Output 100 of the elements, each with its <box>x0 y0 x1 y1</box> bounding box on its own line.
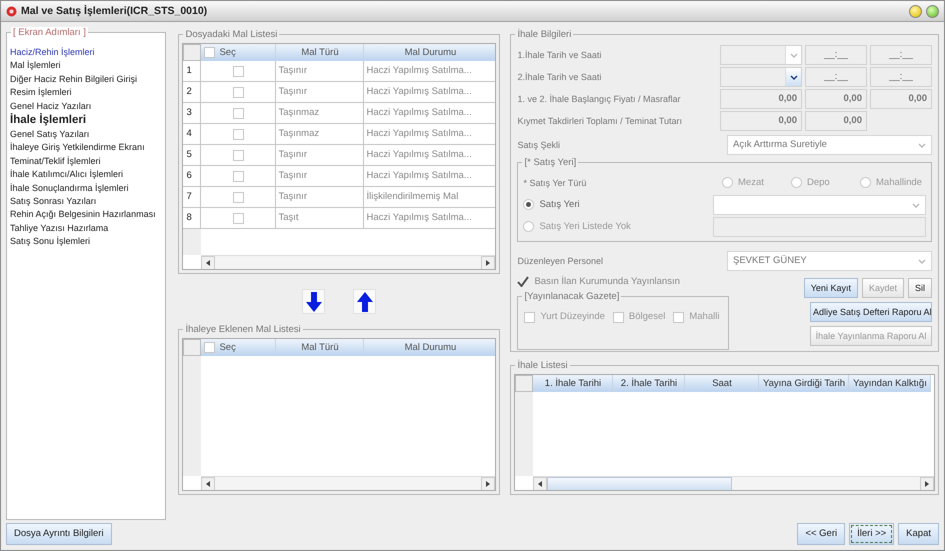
scroll-left-button[interactable] <box>533 477 548 490</box>
table-cell: Taşıt <box>276 208 364 228</box>
group-title: İhale Listesi <box>515 360 570 371</box>
column-header: Mal Durumu <box>364 44 496 61</box>
caret-icon <box>918 258 926 264</box>
checkbox[interactable] <box>204 47 216 58</box>
sidebar-item[interactable]: İhaleye Giriş Yetkilendirme Ekranı <box>10 141 162 155</box>
right-arrow-icon <box>486 260 490 266</box>
amount-field[interactable]: 0,00 <box>720 111 802 131</box>
dropdown-value: ŞEVKET GÜNEY <box>733 255 807 267</box>
table-corner <box>515 375 534 392</box>
table-cell: Haczi Yapılmış Satılma... <box>364 145 496 165</box>
move-up-button[interactable] <box>353 289 376 314</box>
amount-field[interactable]: 0,00 <box>720 89 802 109</box>
table-cell: Haczi Yapılmış Satılma... <box>364 82 496 102</box>
table-cell: Taşınır <box>276 61 364 81</box>
scrollbar[interactable] <box>201 476 496 490</box>
checkbox[interactable] <box>232 150 244 160</box>
sidebar-item[interactable]: Satış Sonu İşlemleri <box>10 235 162 249</box>
table-cell: Taşınır <box>276 187 364 207</box>
scrollbar[interactable] <box>201 255 496 269</box>
caret-icon <box>790 52 798 58</box>
nav-button[interactable]: << Geri <box>797 523 846 545</box>
down-arrow-icon <box>306 292 322 312</box>
check-icon <box>517 276 530 288</box>
row-number: 1 <box>183 61 202 81</box>
table-cell: Taşınır <box>276 82 364 102</box>
action-button[interactable]: Sil <box>908 278 932 298</box>
action-button[interactable]: Adliye Satış Defteri Raporu Al <box>810 302 932 322</box>
text-field[interactable] <box>713 217 926 237</box>
checkbox[interactable] <box>232 66 244 76</box>
checkbox[interactable] <box>232 128 244 140</box>
scroll-left-button[interactable] <box>201 477 216 490</box>
column-header: 1. İhale Tarihi <box>533 375 614 392</box>
row-number: 4 <box>183 124 202 144</box>
sidebar-item[interactable]: Haciz/Rehin İşlemleri <box>10 46 162 60</box>
dropdown[interactable] <box>713 195 926 215</box>
table-cell: Taşınır <box>276 166 364 186</box>
sidebar-item[interactable]: Satış Sonrası Yazıları <box>10 195 162 208</box>
sidebar-item[interactable]: Tahliye Yazısı Hazırlama <box>10 222 162 236</box>
dropdown-value: Açık Arttırma Suretiyle <box>733 139 827 151</box>
checkbox[interactable] <box>232 192 244 202</box>
sidebar-item[interactable]: İhale Sonuçlandırma İşlemleri <box>10 182 162 196</box>
right-arrow-icon <box>486 481 490 487</box>
sidebar-item[interactable]: İhale İşlemleri <box>10 113 162 128</box>
amount-field[interactable]: 0,00 <box>805 89 867 109</box>
checkbox[interactable] <box>232 108 244 118</box>
time-field[interactable]: __:__ <box>870 67 932 87</box>
time-field[interactable]: __:__ <box>805 67 867 87</box>
row-number: 2 <box>183 82 202 102</box>
group-title: [ Ekran Adımları ] <box>11 27 88 38</box>
maximize-button[interactable] <box>926 4 939 18</box>
dropdown[interactable]: ŞEVKET GÜNEY <box>727 251 932 271</box>
sidebar-item[interactable]: İhale Katılımcı/Alıcı İşlemleri <box>10 168 162 182</box>
column-header: Saat <box>685 375 760 392</box>
row-number: 7 <box>183 187 202 207</box>
up-arrow-icon <box>356 292 373 312</box>
sidebar-item[interactable]: Genel Satış Yazıları <box>10 128 162 142</box>
sidebar-item[interactable]: Teminat/Teklif İşlemleri <box>10 154 162 168</box>
scroll-right-button[interactable] <box>920 477 934 490</box>
checkbox[interactable] <box>232 86 244 98</box>
sidebar-item[interactable]: Rehin Açığı Belgesinin Hazırlanması <box>10 208 162 222</box>
checkbox[interactable] <box>204 342 216 353</box>
table-cell: Haczi Yapılmış Satılma... <box>364 61 496 81</box>
column-header: Yayından Kalktığı <box>849 375 932 392</box>
checkbox[interactable] <box>232 170 244 182</box>
details-button[interactable]: Dosya Ayrıntı Bilgileri <box>6 523 112 545</box>
sidebar-item[interactable]: Resim İşlemleri <box>10 86 162 100</box>
field-label: Düzenleyen Personel <box>517 256 604 266</box>
radio-button[interactable]: Satış Yeri <box>523 199 710 211</box>
sidebar-item[interactable]: Mal İşlemleri <box>10 59 162 73</box>
right-arrow-icon <box>925 481 929 487</box>
date-dropdown[interactable] <box>720 67 802 87</box>
scroll-right-button[interactable] <box>481 256 496 269</box>
group-title: [* Satış Yeri] <box>522 157 578 168</box>
field-label: Satış Şekli <box>517 140 561 150</box>
scroll-left-button[interactable] <box>201 256 216 269</box>
nav-button[interactable]: İleri >> <box>849 523 894 545</box>
move-down-button[interactable] <box>302 289 326 314</box>
dropdown[interactable]: Açık Arttırma Suretiyle <box>727 135 932 155</box>
sidebar-item[interactable]: Diğer Haciz Rehin Bilgileri Girişi <box>10 72 162 86</box>
caret-icon <box>790 74 798 80</box>
amount-field[interactable]: 0,00 <box>805 111 867 131</box>
column-header: Mal Türü <box>276 339 364 356</box>
amount-field[interactable]: 0,00 <box>870 89 932 109</box>
left-arrow-icon <box>206 260 210 266</box>
sidebar-item[interactable]: Genel Haciz Yazıları <box>10 100 162 114</box>
table-cell: Taşınmaz <box>276 103 364 123</box>
group-title: İhaleye Eklenen Mal Listesi <box>183 324 303 335</box>
scroll-right-button[interactable] <box>481 477 496 490</box>
table-cell: Haczi Yapılmış Satılma... <box>364 166 496 186</box>
nav-button[interactable]: Kapat <box>898 523 939 545</box>
minimize-button[interactable] <box>909 4 922 18</box>
action-button[interactable]: Yeni Kayıt <box>804 278 858 298</box>
row-number: 6 <box>183 166 202 186</box>
left-arrow-icon <box>538 481 542 487</box>
scrollbar[interactable] <box>533 476 934 490</box>
table-corner <box>183 339 202 356</box>
checkbox[interactable] <box>232 212 244 224</box>
scrollbar-thumb[interactable] <box>547 477 732 490</box>
